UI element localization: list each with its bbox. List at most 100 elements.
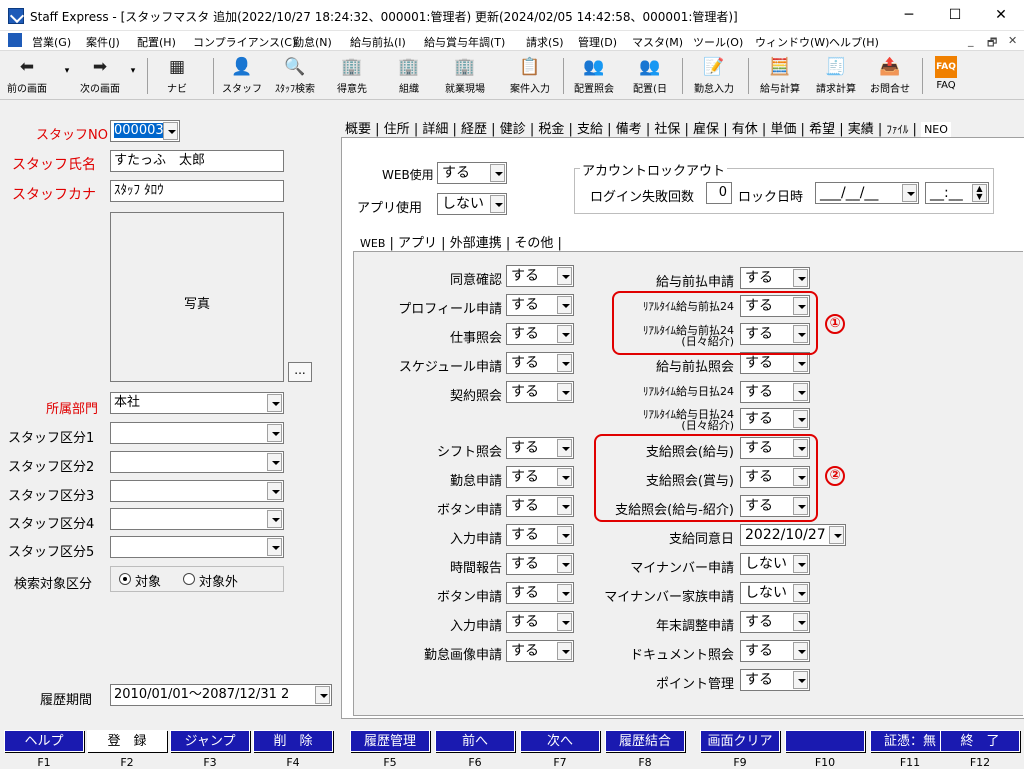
f10-fkey-button[interactable]	[785, 730, 865, 752]
chevron-down-icon[interactable]	[557, 613, 572, 631]
staff-name-input[interactable]: すたっふ 太郎	[110, 150, 284, 172]
setting-select[interactable]: する	[740, 611, 810, 633]
menu-help[interactable]: ヘルプ(H)	[829, 34, 879, 50]
help-fkey-button[interactable]: ヘルプ	[4, 730, 84, 752]
history-period-combo[interactable]: 2010/01/01～2087/12/31 2	[110, 684, 332, 706]
navi-button[interactable]: ▦ ナビ	[155, 54, 199, 98]
evidence-fkey-button[interactable]: 証憑：無	[870, 730, 950, 752]
menu-kyuyo-shoyo[interactable]: 給与賞与年調(T)	[424, 34, 505, 50]
worksite-button[interactable]: 🏢 就業現場	[440, 54, 490, 98]
tab-overview[interactable]: 概要	[345, 118, 371, 137]
tab-results[interactable]: 実績	[848, 118, 874, 137]
history-manage-fkey-button[interactable]: 履歴管理	[350, 730, 430, 752]
chevron-down-icon[interactable]	[557, 439, 572, 457]
tab-employment-insurance[interactable]: 雇保	[693, 118, 719, 137]
chevron-down-icon[interactable]	[793, 383, 808, 401]
minimize-button[interactable]: ─	[886, 0, 932, 31]
payment-agree-date-picker[interactable]: 2022/10/27	[740, 524, 846, 546]
setting-select[interactable]: する	[506, 323, 574, 345]
staff-kana-input[interactable]: ｽﾀｯﾌ ﾀﾛｳ	[110, 180, 284, 202]
chevron-down-icon[interactable]	[793, 642, 808, 660]
lock-time-spinner[interactable]: __:__ ▲ ▼	[925, 182, 989, 204]
chevron-down-icon[interactable]	[793, 613, 808, 631]
next-screen-button[interactable]: ➡ 次の画面	[74, 54, 126, 98]
chevron-down-icon[interactable]	[557, 555, 572, 573]
chevron-down-icon[interactable]	[793, 410, 808, 428]
next-history-dropdown[interactable]: ▾	[126, 66, 140, 110]
setting-select[interactable]: する	[506, 265, 574, 287]
organization-button[interactable]: 🏢 組織	[387, 54, 431, 98]
exit-fkey-button[interactable]: 終 了	[940, 730, 1020, 752]
menu-master[interactable]: マスタ(M)	[632, 34, 683, 50]
setting-select[interactable]: する	[506, 640, 574, 662]
staff-search-button[interactable]: 🔍 ｽﾀｯﾌ検索	[270, 54, 320, 98]
tab-social-insurance[interactable]: 社保	[654, 118, 680, 137]
chevron-down-icon[interactable]	[490, 195, 505, 213]
tab-tax[interactable]: 税金	[538, 118, 564, 137]
search-exclude-radio[interactable]	[183, 573, 195, 585]
setting-select[interactable]: する	[506, 437, 574, 459]
chevron-down-icon[interactable]	[557, 642, 572, 660]
chevron-down-icon[interactable]	[557, 325, 572, 343]
setting-select[interactable]: する	[506, 381, 574, 403]
menu-haichi[interactable]: 配置(H)	[137, 34, 176, 50]
chevron-down-icon[interactable]	[267, 424, 282, 442]
dept-combo[interactable]: 本社	[110, 392, 284, 414]
tab-unit-price[interactable]: 単価	[770, 118, 796, 137]
staff-class2-combo[interactable]	[110, 451, 284, 473]
chevron-down-icon[interactable]	[267, 394, 282, 412]
login-fail-count[interactable]: 0	[706, 182, 732, 204]
staff-button[interactable]: 👤 スタッフ	[220, 54, 264, 98]
menu-kintai[interactable]: 勤怠(N)	[293, 34, 332, 50]
menu-window[interactable]: ウィンドウ(W)	[755, 34, 829, 50]
job-entry-button[interactable]: 📋 案件入力	[504, 54, 556, 98]
tab-external[interactable]: 外部連携	[450, 232, 502, 251]
chevron-down-icon[interactable]	[793, 555, 808, 573]
setting-select[interactable]: する	[506, 495, 574, 517]
mdi-minimize-button[interactable]: _	[968, 34, 974, 47]
lock-date-picker[interactable]: ___/__/__	[815, 182, 919, 204]
chevron-down-icon[interactable]	[557, 497, 572, 515]
tab-notes[interactable]: 備考	[616, 118, 642, 137]
menu-tool[interactable]: ツール(O)	[693, 34, 743, 50]
setting-select[interactable]: する	[506, 611, 574, 633]
setting-select[interactable]: する	[506, 553, 574, 575]
chevron-down-icon[interactable]	[163, 122, 178, 140]
customer-button[interactable]: 🏢 得意先	[330, 54, 374, 98]
tab-address[interactable]: 住所	[384, 118, 410, 137]
assignment-inquiry-button[interactable]: 👥 配置照会	[568, 54, 620, 98]
chevron-down-icon[interactable]	[557, 584, 572, 602]
tab-wishes[interactable]: 希望	[809, 118, 835, 137]
chevron-down-icon[interactable]	[902, 184, 917, 202]
staff-class5-combo[interactable]	[110, 536, 284, 558]
chevron-down-icon[interactable]	[267, 510, 282, 528]
setting-select[interactable]: しない	[740, 582, 810, 604]
menu-eigyo[interactable]: 営業(G)	[32, 34, 71, 50]
setting-select[interactable]: する	[740, 640, 810, 662]
mdi-close-button[interactable]: ✕	[1008, 34, 1017, 47]
chevron-down-icon[interactable]	[490, 164, 505, 182]
delete-fkey-button[interactable]: 削 除	[253, 730, 333, 752]
chevron-down-icon[interactable]	[557, 296, 572, 314]
tab-detail[interactable]: 詳細	[422, 118, 448, 137]
billing-button[interactable]: 🧾 請求計算	[810, 54, 862, 98]
tab-other[interactable]: その他	[514, 232, 553, 251]
tab-neo[interactable]: NEO	[921, 122, 951, 137]
menu-kanri[interactable]: 管理(D)	[578, 34, 617, 50]
setting-select[interactable]: する	[506, 524, 574, 546]
mdi-restore-button[interactable]: 🗗	[987, 34, 997, 53]
prev-screen-button[interactable]: ⬅ 前の画面	[2, 54, 52, 98]
photo-browse-button[interactable]: ...	[288, 362, 312, 382]
payroll-button[interactable]: 🧮 給与計算	[754, 54, 806, 98]
tab-paid-leave[interactable]: 有休	[732, 118, 758, 137]
staff-class3-combo[interactable]	[110, 480, 284, 502]
tab-web[interactable]: WEB	[360, 237, 385, 250]
chevron-down-icon[interactable]	[267, 453, 282, 471]
web-use-select[interactable]: する	[437, 162, 507, 184]
setting-select[interactable]: する	[740, 669, 810, 691]
setting-select[interactable]: しない	[740, 553, 810, 575]
inquiry-button[interactable]: 📤 お問合せ	[864, 54, 916, 98]
attendance-entry-button[interactable]: 📝 勤怠入力	[688, 54, 740, 98]
chevron-down-icon[interactable]	[829, 526, 844, 544]
chevron-down-icon[interactable]	[793, 269, 808, 287]
